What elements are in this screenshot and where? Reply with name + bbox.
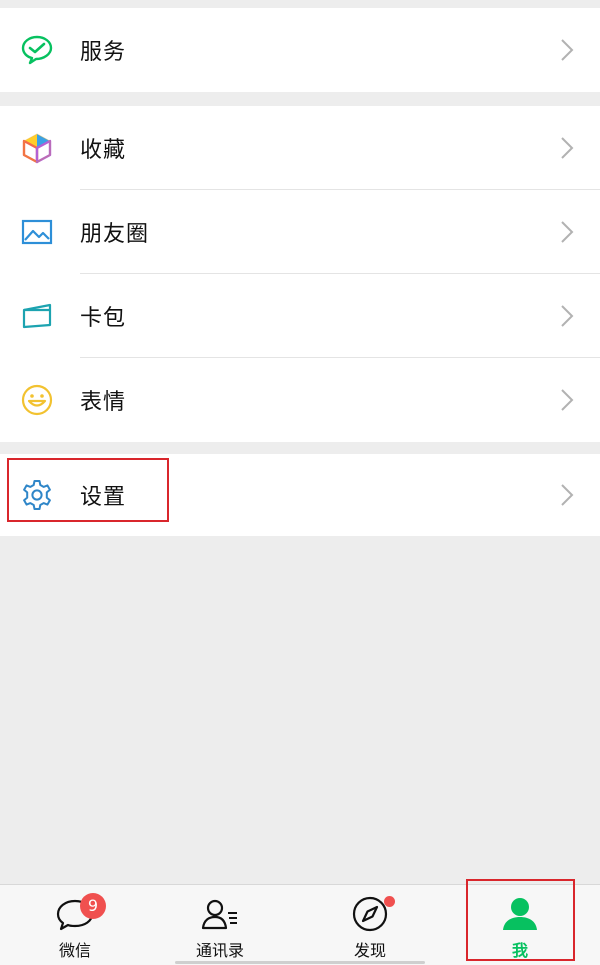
menu-item-service[interactable]: 服务 [0,8,600,92]
tab-label: 发现 [353,941,386,960]
menu-item-label: 卡包 [80,306,127,331]
menu-item-label: 朋友圈 [80,222,150,247]
tab-chats[interactable]: 9 微信 [0,885,150,965]
chevron-right-icon [561,39,574,61]
contacts-icon [201,899,237,930]
me-tab-highlight-box [466,879,575,961]
wechat-pay-icon [20,33,54,67]
smile-icon [20,383,54,417]
menu-item-favorites[interactable]: 收藏 [0,106,600,190]
menu-item-label: 表情 [80,390,127,415]
new-content-dot [384,896,395,907]
tab-label: 通讯录 [195,941,244,960]
unread-badge: 9 [80,893,106,919]
menu-item-label: 收藏 [80,138,127,163]
chevron-right-icon [561,305,574,327]
menu-item-moments[interactable]: 朋友圈 [0,190,600,274]
tab-label: 微信 [58,941,91,960]
card-icon [20,299,54,333]
chevron-right-icon [561,484,574,506]
chevron-right-icon [561,221,574,243]
tab-contacts[interactable]: 通讯录 [145,885,295,965]
service-group: 服务 [0,8,600,92]
cube-icon [20,131,54,165]
tab-discover[interactable]: 发现 [295,885,445,965]
chevron-right-icon [561,137,574,159]
picture-icon [20,215,54,249]
chevron-right-icon [561,389,574,411]
menu-item-stickers[interactable]: 表情 [0,358,600,442]
menu-item-cards[interactable]: 卡包 [0,274,600,358]
main-group: 收藏 朋友圈 卡包 表情 [0,106,600,442]
menu-item-label: 服务 [80,40,127,65]
settings-highlight-box [7,458,169,522]
